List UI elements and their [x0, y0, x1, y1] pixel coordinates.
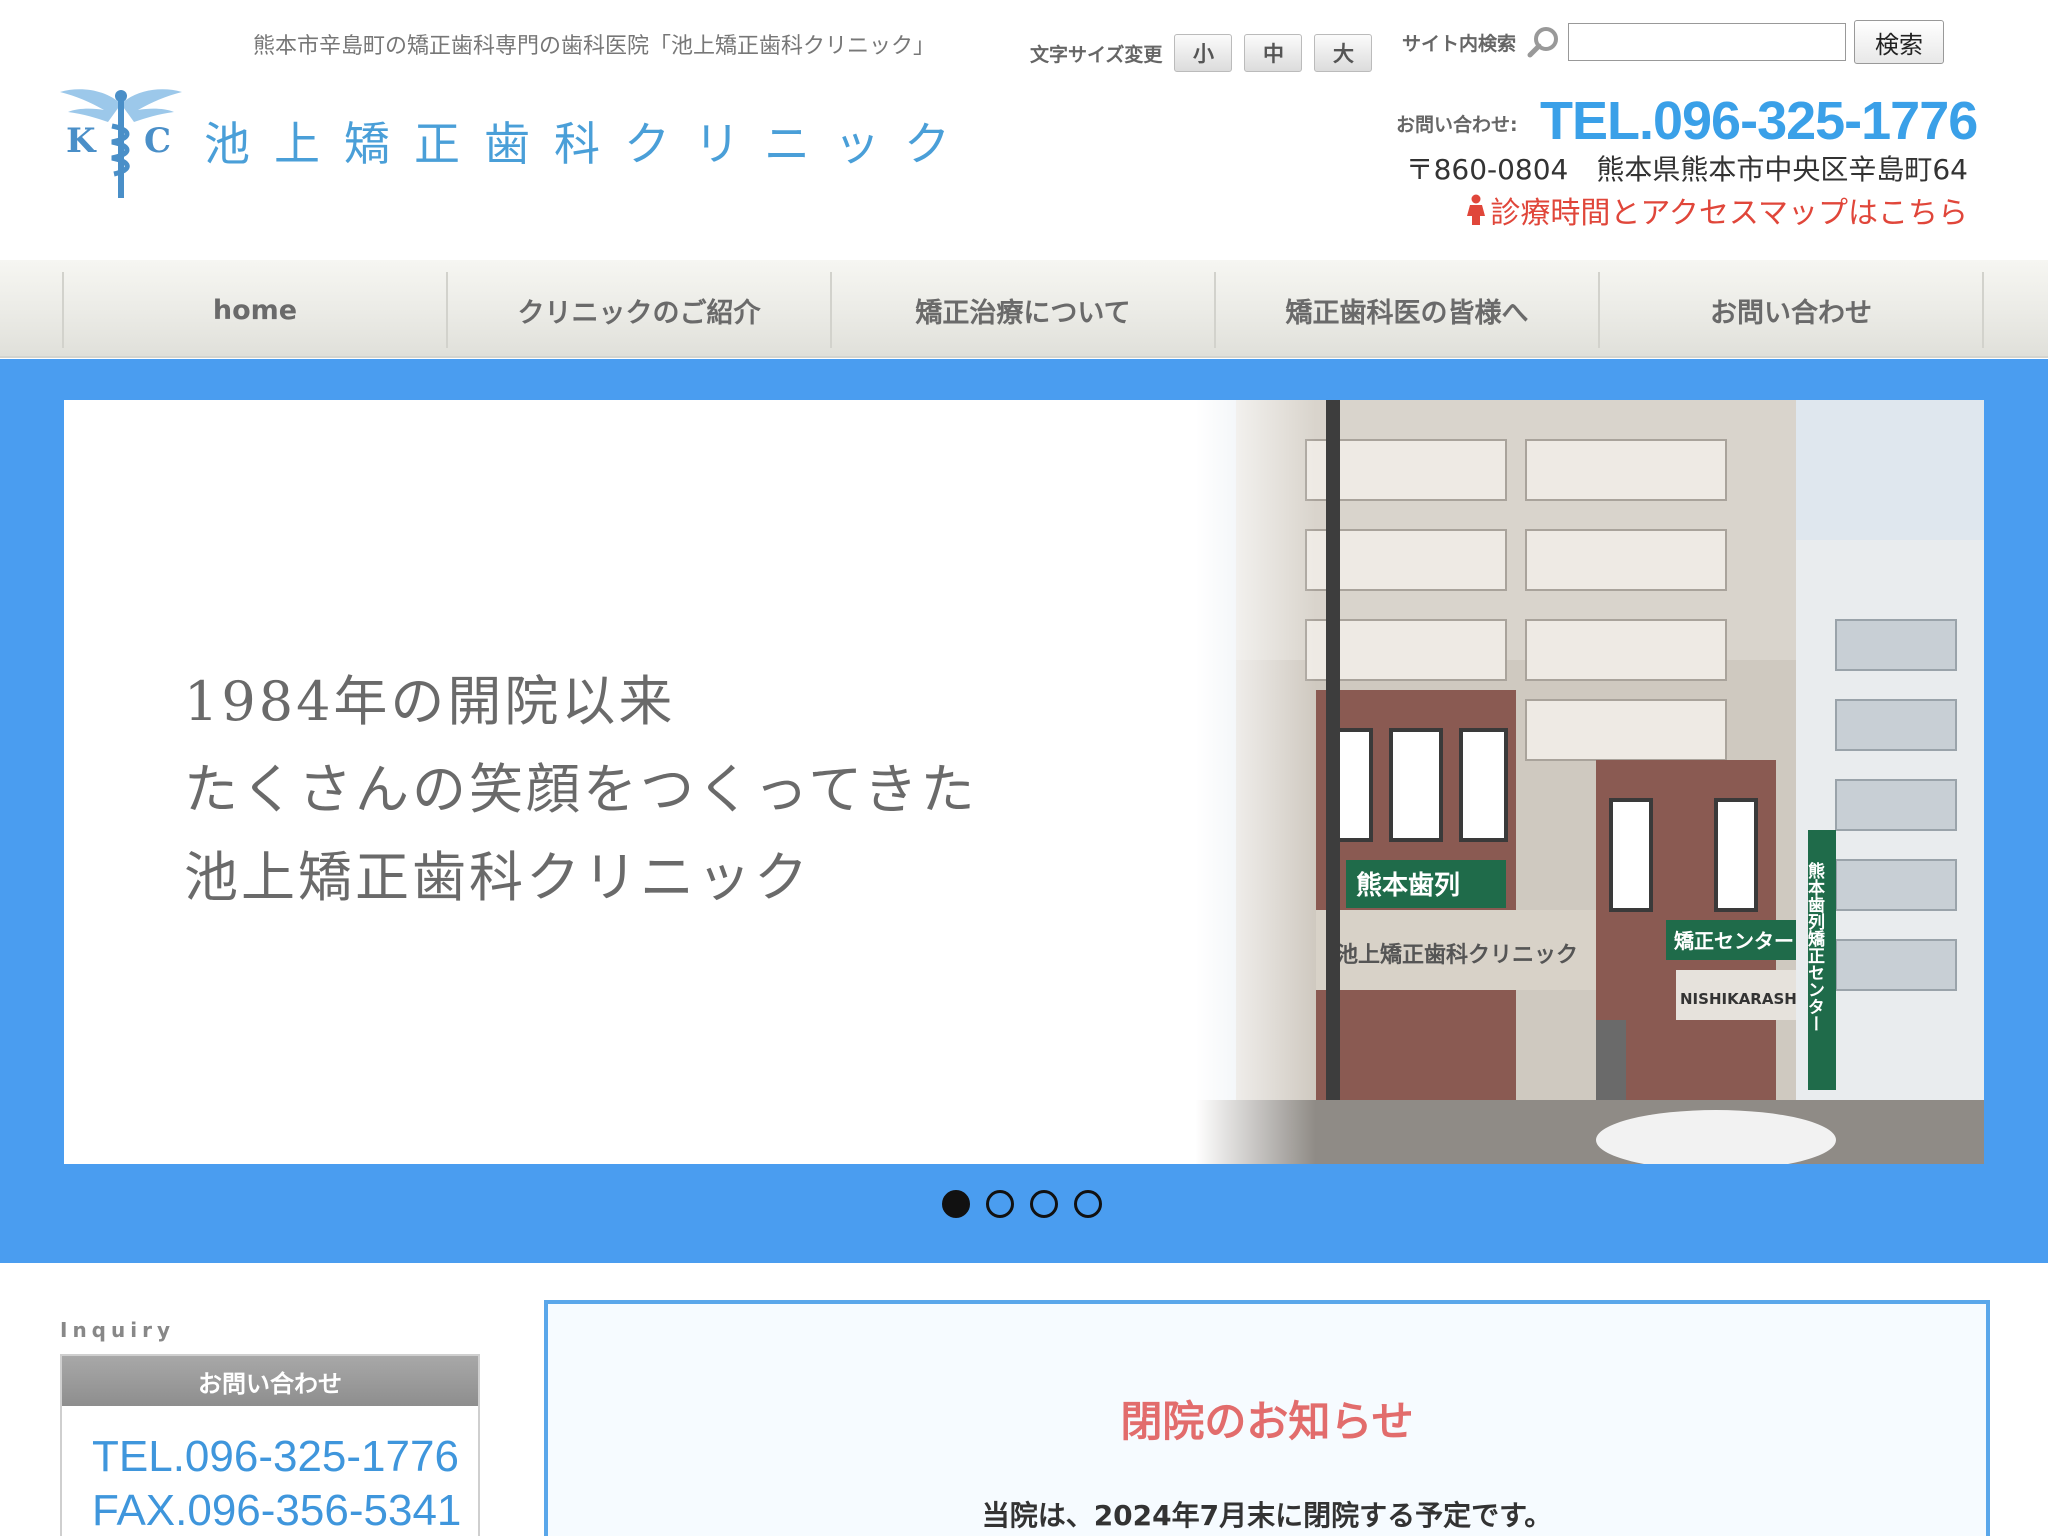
font-size-small-button[interactable]: 小 — [1174, 34, 1233, 72]
slider-pagination — [942, 1190, 1102, 1218]
clinic-logo-icon[interactable]: K C — [56, 82, 186, 202]
svg-text:C: C — [144, 121, 171, 161]
header-phone-number[interactable]: TEL.096-325-1776 — [1540, 90, 1978, 152]
hero-line-1: 1984年の開院以来 — [184, 670, 676, 733]
slider-dot-3[interactable] — [1030, 1190, 1058, 1218]
site-tagline: 熊本市辛島町の矯正歯科専門の歯科医院「池上矯正歯科クリニック」 — [253, 34, 936, 59]
inquiry-title: お問い合わせ — [62, 1356, 478, 1406]
search-icon — [1527, 27, 1559, 58]
site-search: サイト内検索 検索 — [1402, 20, 1945, 64]
hero-photo-fade — [1196, 400, 1316, 1164]
font-size-large-button[interactable]: 大 — [1314, 34, 1373, 72]
nav-item-home[interactable]: home — [62, 272, 446, 348]
nav-item-clinic-intro[interactable]: クリニックのご紹介 — [446, 272, 830, 348]
svg-text:矯正センター: 矯正センター — [1674, 929, 1794, 953]
inquiry-fax: FAX.096-356-5341 — [92, 1486, 462, 1535]
inquiry-phone[interactable]: TEL.096-325-1776 — [62, 1432, 478, 1482]
clinic-address: 〒860-0804 熊本県熊本市中央区辛島町64 — [1405, 153, 1968, 186]
search-label: サイト内検索 — [1402, 32, 1517, 55]
inquiry-heading-en: Inquiry — [60, 1318, 175, 1342]
clinic-name[interactable]: 池上矯正歯科クリニック — [204, 108, 974, 174]
access-map-link-label: 診療時間とアクセスマップはこちら — [1490, 196, 1968, 231]
inquiry-box: お問い合わせ TEL.096-325-1776 FAX.096-356-5341 — [60, 1354, 480, 1536]
nav-item-orthodontics[interactable]: 矯正治療について — [830, 272, 1214, 348]
slider-dot-2[interactable] — [986, 1190, 1014, 1218]
site-header: 熊本市辛島町の矯正歯科専門の歯科医院「池上矯正歯科クリニック」 K C 池上矯正… — [0, 0, 2048, 260]
main-navigation: home クリニックのご紹介 矯正治療について 矯正歯科医の皆様へ お問い合わせ — [0, 260, 2048, 358]
svg-text:熊本歯列: 熊本歯列 — [1356, 870, 1460, 901]
nav-item-for-dentists[interactable]: 矯正歯科医の皆様へ — [1214, 272, 1598, 348]
slider-dot-4[interactable] — [1074, 1190, 1102, 1218]
svg-text:熊本歯列矯正センター: 熊本歯列矯正センター — [1804, 861, 1825, 1032]
search-button[interactable]: 検索 — [1854, 20, 1945, 64]
nav-item-contact[interactable]: お問い合わせ — [1598, 272, 1984, 348]
font-size-switcher: 文字サイズ変更 小 中 大 — [1030, 34, 1373, 72]
font-size-medium-button[interactable]: 中 — [1244, 34, 1303, 72]
hero-line-3: 池上矯正歯科クリニック — [184, 846, 811, 909]
notice-title: 閉院のお知らせ — [1120, 1397, 1414, 1446]
slider-dot-1[interactable] — [942, 1190, 970, 1218]
hero-slide: 1984年の開院以来 たくさんの笑顔をつくってきた 池上矯正歯科クリニック 熊本… — [64, 400, 1984, 1164]
person-icon — [1467, 194, 1486, 225]
font-size-label: 文字サイズ変更 — [1030, 43, 1163, 66]
search-input[interactable] — [1568, 23, 1847, 61]
notice-body: 当院は、2024年7月末に閉院する予定です。 — [981, 1499, 1553, 1532]
svg-text:K: K — [66, 121, 97, 161]
contact-label: お問い合わせ: — [1396, 114, 1518, 136]
access-map-link[interactable]: 診療時間とアクセスマップはこちら — [1466, 188, 1968, 232]
hero-message: 1984年の開院以来 たくさんの笑顔をつくってきた 池上矯正歯科クリニック — [184, 658, 978, 922]
svg-text:池上矯正歯科クリニック: 池上矯正歯科クリニック — [1336, 942, 1578, 968]
closure-notice: 閉院のお知らせ 当院は、2024年7月末に閉院する予定です。 — [544, 1300, 1990, 1536]
hero-line-2: たくさんの笑顔をつくってきた — [184, 758, 978, 821]
